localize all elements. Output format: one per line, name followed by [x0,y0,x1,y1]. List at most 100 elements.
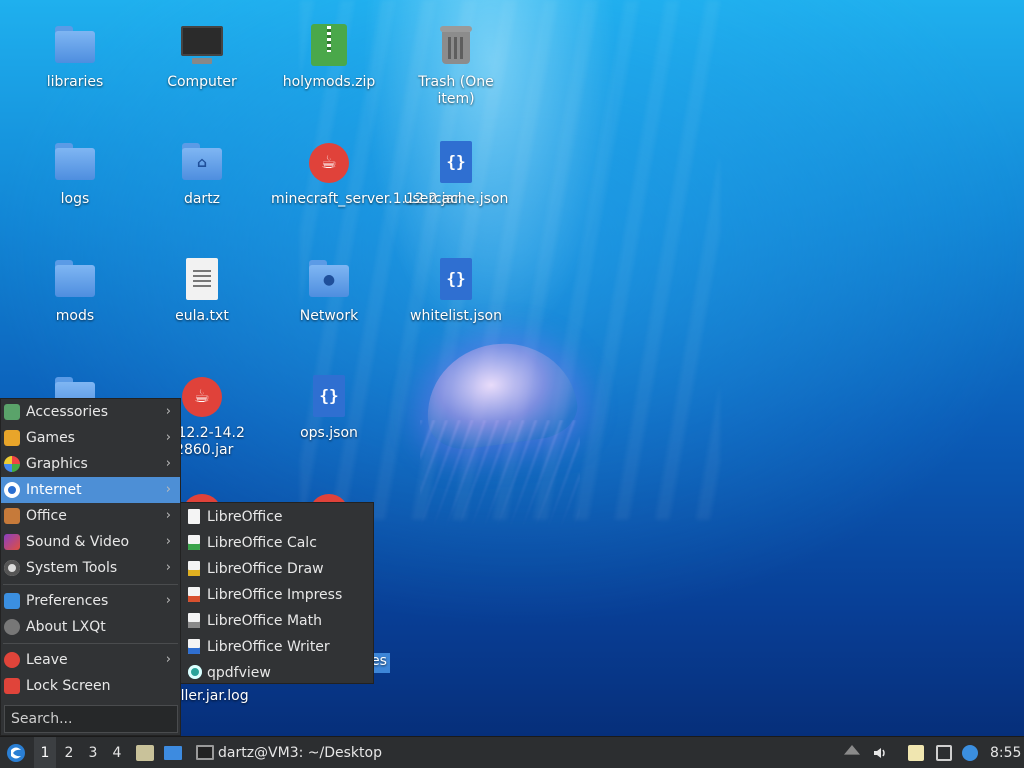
submenu-item-libreoffice-math[interactable]: LibreOffice Math [181,608,373,634]
games-icon [4,430,20,446]
submenu-item-libreoffice-impress[interactable]: LibreOffice Impress [181,582,373,608]
menu-item-preferences[interactable]: Preferences › [1,588,180,614]
desktop-icon-mods[interactable]: mods [17,256,133,325]
taskbar-window-terminal[interactable]: dartz@VM3: ~/Desktop [192,737,452,768]
java-jar-icon: ☕ [178,373,226,421]
menu-item-about-lxqt[interactable]: About LXQt [1,614,180,640]
submenu-item-label: LibreOffice [207,509,283,525]
desktop-switch-1[interactable]: 1 [34,737,56,768]
menu-item-leave[interactable]: Leave › [1,647,180,673]
menu-item-label: Internet [26,482,82,498]
desktop-icon-logs[interactable]: logs [17,139,133,208]
start-menu-button[interactable] [4,737,28,768]
submenu-item-label: qpdfview [207,665,271,681]
volume-icon[interactable] [872,745,888,761]
desktop-icon-label: logs [60,191,90,207]
menu-item-system-tools[interactable]: System Tools › [1,555,180,581]
trash-icon [432,22,480,70]
json-file-icon: {} [432,139,480,187]
desktop-switch-2[interactable]: 2 [58,737,80,768]
clipboard-icon[interactable] [908,745,924,761]
menu-item-lock-screen[interactable]: Lock Screen [1,673,180,699]
desktop-icon-holymods-zip[interactable]: holymods.zip [271,22,387,91]
sound-video-icon [4,534,20,550]
submenu-item-label: LibreOffice Impress [207,587,343,603]
menu-separator [3,643,178,644]
show-desktop-icon [164,746,182,760]
libreoffice-draw-icon [188,561,200,576]
chevron-right-icon: › [165,482,171,497]
submenu-item-libreoffice-draw[interactable]: LibreOffice Draw [181,556,373,582]
eject-icon[interactable] [844,745,860,755]
menu-item-games[interactable]: Games › [1,425,180,451]
submenu-item-label: LibreOffice Math [207,613,322,629]
text-file-icon [178,256,226,304]
desktop-icon-label: minecraft_server.1.12.2.jar [271,191,460,207]
desktop-number: 3 [88,745,98,761]
submenu-item-label: LibreOffice Calc [207,535,317,551]
folder-icon [51,256,99,304]
desktop-switch-3[interactable]: 3 [82,737,104,768]
desktop-icon-libraries[interactable]: libraries [17,22,133,91]
desktop-icon-ops-json[interactable]: {} ops.json [271,373,387,442]
menu-item-label: Sound & Video [26,534,130,550]
menu-search-input[interactable]: Search... [4,705,178,733]
desktop-icon-minecraft-server-jar[interactable]: ☕ minecraft_server.1.12.2.jar [271,139,460,208]
desktop-icon-label: Trash (One item) [418,74,494,107]
qpdfview-icon [188,665,202,679]
about-icon [4,619,20,635]
office-icon [4,508,20,524]
clock[interactable]: 8:55 [990,737,1022,768]
libreoffice-math-icon [188,613,200,628]
jellyfish-wallpaper [380,334,600,540]
desktop-icon-network[interactable]: ● Network [271,256,387,325]
desktop-icon-computer[interactable]: Computer [144,22,260,91]
desktop-icon-eula-txt[interactable]: eula.txt [144,256,260,325]
chevron-right-icon: › [165,508,171,523]
internet-submenu: LibreOffice LibreOffice Calc LibreOffice… [180,502,374,684]
desktop-icon-label: aller.jar.log [172,688,249,704]
menu-item-accessories[interactable]: Accessories › [1,399,180,425]
preferences-icon [4,593,20,609]
json-file-icon: {} [305,373,353,421]
menu-item-internet[interactable]: Internet › [1,477,180,503]
home-folder-icon: ⌂ [178,139,226,187]
zip-archive-icon [305,22,353,70]
libreoffice-icon [188,509,200,524]
menu-item-office[interactable]: Office › [1,503,180,529]
desktop-icon-whitelist-json[interactable]: {} whitelist.json [398,256,514,325]
lock-icon [4,678,20,694]
chevron-right-icon: › [165,534,171,549]
internet-icon [4,482,20,498]
desktop-number: 4 [112,745,122,761]
menu-item-label: Games [26,430,75,446]
network-status-icon[interactable] [936,745,952,761]
show-desktop-button[interactable] [162,737,184,768]
desktop-icon-dartz[interactable]: ⌂ dartz [144,139,260,208]
libreoffice-writer-icon [188,639,200,654]
menu-item-sound-video[interactable]: Sound & Video › [1,529,180,555]
desktop-icon-trash[interactable]: Trash (One item) [398,22,514,108]
desktop-icon-installer-log[interactable]: aller.jar.log [172,688,262,705]
desktop-icon-label: whitelist.json [410,308,502,324]
submenu-item-libreoffice-writer[interactable]: LibreOffice Writer [181,634,373,660]
submenu-item-libreoffice[interactable]: LibreOffice [181,504,373,530]
submenu-item-qpdfview[interactable]: qpdfview [181,660,373,686]
chevron-right-icon: › [165,652,171,667]
menu-item-label: Graphics [26,456,88,472]
menu-item-label: Lock Screen [26,678,111,694]
desktop-icon-usercache-json[interactable]: {} usercache.json [398,139,514,208]
java-jar-icon: ☕ [305,139,353,187]
quicklaunch-file-manager[interactable] [134,737,156,768]
submenu-item-libreoffice-calc[interactable]: LibreOffice Calc [181,530,373,556]
menu-item-graphics[interactable]: Graphics › [1,451,180,477]
menu-item-label: About LXQt [26,619,106,635]
desktop-switch-4[interactable]: 4 [106,737,128,768]
chevron-right-icon: › [165,430,171,445]
desktop-number: 1 [40,745,50,761]
desktop-icon-label: Network [299,308,359,324]
notification-icon[interactable] [962,745,978,761]
libreoffice-calc-icon [188,535,200,550]
graphics-icon [4,456,20,472]
folder-icon [51,139,99,187]
